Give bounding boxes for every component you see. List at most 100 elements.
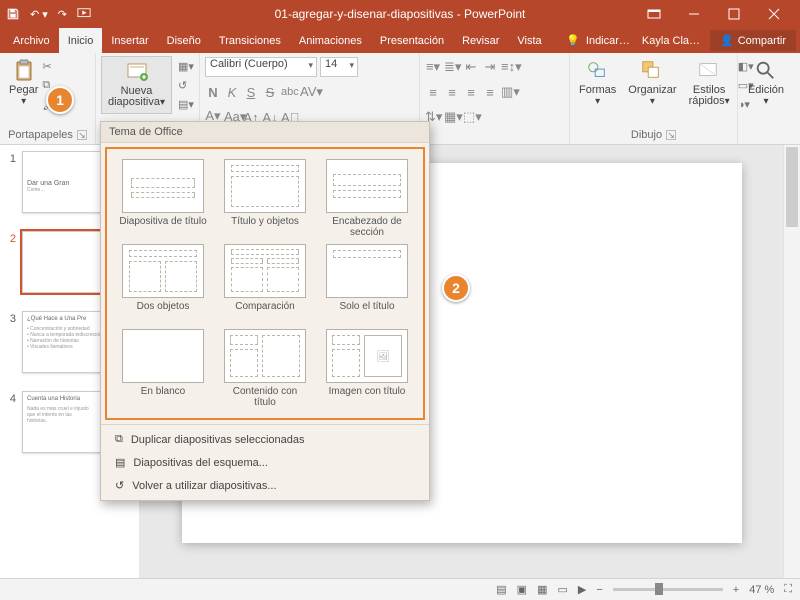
callout-1: 1 [46, 86, 74, 114]
redo-icon[interactable]: ↷ [58, 8, 67, 21]
tab-insertar[interactable]: Insertar [102, 28, 157, 53]
start-slideshow-icon[interactable] [77, 7, 91, 21]
new-slide-button[interactable]: Nueva diapositiva▾ [101, 56, 172, 114]
callout-2: 2 [442, 274, 470, 302]
underline-button[interactable]: S [243, 85, 259, 100]
scrollbar-thumb[interactable] [786, 147, 798, 227]
vertical-scrollbar[interactable] [783, 145, 800, 578]
share-label: Compartir [738, 35, 786, 47]
tab-diseno[interactable]: Diseño [158, 28, 210, 53]
bold-button[interactable]: N [205, 85, 221, 100]
shadow-button[interactable]: abc [281, 86, 297, 98]
layout-picture-caption[interactable]: 🖼 Imagen con título [323, 329, 411, 408]
menu-reuse-slides[interactable]: ↺Volver a utilizar diapositivas... [101, 474, 429, 497]
group-drawing: Dibujo [631, 129, 662, 141]
paste-button[interactable]: Pegar▾ [5, 56, 42, 114]
line-spacing-button[interactable]: ≡↕▾ [501, 59, 517, 75]
new-slide-gallery: Tema de Office Diapositiva de título Tít… [100, 121, 430, 501]
menu-duplicate-slides[interactable]: ⧉Duplicar diapositivas seleccionadas [101, 428, 429, 451]
layout-two-content[interactable]: Dos objetos [119, 244, 207, 323]
tab-transiciones[interactable]: Transiciones [210, 28, 290, 53]
find-icon [754, 59, 778, 83]
clipboard-icon [12, 59, 36, 83]
indent-dec-button[interactable]: ⇤ [463, 59, 479, 75]
share-button[interactable]: 👤 Compartir [710, 30, 796, 51]
fit-to-window-icon[interactable]: ⛶ [784, 583, 792, 596]
smartart-button[interactable]: ⬚▾ [463, 109, 479, 125]
numbering-button[interactable]: ≣▾ [444, 59, 460, 75]
shapes-icon [586, 59, 610, 83]
align-right-button[interactable]: ≡ [463, 85, 479, 100]
group-clipboard: Portapapeles [8, 129, 73, 141]
char-spacing-button[interactable]: AV▾ [300, 84, 316, 100]
tell-me-label[interactable]: Indicar… [586, 35, 640, 47]
tab-inicio[interactable]: Inicio [59, 28, 103, 53]
share-icon: 👤 [720, 34, 734, 47]
columns-button[interactable]: ▥▾ [501, 84, 517, 100]
cut-icon[interactable]: ✂ [42, 60, 58, 76]
indent-inc-button[interactable]: ⇥ [482, 59, 498, 75]
menu-outline-slides[interactable]: ▤Diapositivas del esquema... [101, 451, 429, 474]
view-reading-icon[interactable]: ▭ [557, 583, 567, 596]
tab-animaciones[interactable]: Animaciones [290, 28, 371, 53]
layout-title-only[interactable]: Solo el título [323, 244, 411, 323]
notes-button[interactable]: ▤ [496, 583, 506, 596]
justify-button[interactable]: ≡ [482, 85, 498, 100]
close-button[interactable] [754, 0, 794, 28]
arrange-label: Organizar [628, 84, 676, 96]
duplicate-icon: ⧉ [115, 433, 123, 446]
layout-title-slide[interactable]: Diapositiva de título [119, 159, 207, 238]
dialog-launcher-drawing-icon[interactable]: ↘ [666, 130, 676, 140]
layout-blank[interactable]: En blanco [119, 329, 207, 408]
view-slideshow-icon[interactable]: ▶ [578, 583, 586, 596]
status-bar: ▤ ▣ ▦ ▭ ▶ − + 47 % ⛶ [0, 578, 800, 600]
tell-me-icon[interactable]: 💡 [562, 34, 584, 47]
quick-styles-icon [697, 59, 721, 83]
dialog-launcher-icon[interactable]: ↘ [77, 130, 87, 140]
tab-vista[interactable]: Vista [508, 28, 550, 53]
save-icon[interactable] [6, 7, 20, 21]
zoom-level[interactable]: 47 % [749, 584, 774, 596]
bullets-button[interactable]: ≡▾ [425, 59, 441, 75]
quick-styles-label: Estilos rápidos [689, 84, 726, 107]
font-size-select[interactable]: 14 [320, 57, 358, 77]
ribbon-display-icon[interactable] [634, 0, 674, 28]
quick-styles-button[interactable]: Estilos rápidos▾ [685, 56, 734, 114]
layout-content-caption[interactable]: Contenido con título [221, 329, 309, 408]
align-left-button[interactable]: ≡ [425, 85, 441, 100]
align-text-button[interactable]: ▦▾ [444, 109, 460, 125]
gallery-header: Tema de Office [101, 122, 429, 143]
editing-button[interactable]: Edición▾ [743, 56, 789, 110]
layout-title-content[interactable]: Título y objetos [221, 159, 309, 238]
layout-icon[interactable]: ▦▾ [178, 60, 194, 76]
undo-icon[interactable]: ↶ ▾ [30, 8, 48, 21]
tab-archivo[interactable]: Archivo [4, 28, 59, 53]
reuse-icon: ↺ [115, 479, 124, 492]
ribbon-tabs: Archivo Inicio Insertar Diseño Transicio… [0, 28, 800, 53]
layout-section-header[interactable]: Encabezado de sección [323, 159, 411, 238]
reset-icon[interactable]: ↺ [178, 79, 194, 95]
zoom-out-button[interactable]: − [596, 584, 602, 596]
minimize-button[interactable] [674, 0, 714, 28]
font-name-select[interactable]: Calibri (Cuerpo) [205, 57, 317, 77]
italic-button[interactable]: K [224, 85, 240, 100]
align-center-button[interactable]: ≡ [444, 85, 460, 100]
account-name[interactable]: Kayla Cla… [642, 35, 708, 47]
zoom-in-button[interactable]: + [733, 584, 739, 596]
editing-label: Edición [748, 84, 784, 96]
zoom-slider[interactable] [613, 588, 723, 591]
section-icon[interactable]: ▤▾ [178, 98, 194, 114]
title-bar: ↶ ▾ ↷ 01-agregar-y-disenar-diapositivas … [0, 0, 800, 28]
tab-presentacion[interactable]: Presentación [371, 28, 453, 53]
tab-revisar[interactable]: Revisar [453, 28, 508, 53]
shapes-button[interactable]: Formas▾ [575, 56, 620, 114]
arrange-button[interactable]: Organizar▾ [624, 56, 680, 114]
paste-label: Pegar [9, 84, 38, 96]
layout-comparison[interactable]: Comparación [221, 244, 309, 323]
strike-button[interactable]: S [262, 85, 278, 100]
maximize-button[interactable] [714, 0, 754, 28]
view-normal-icon[interactable]: ▣ [517, 583, 527, 596]
view-sorter-icon[interactable]: ▦ [537, 583, 547, 596]
arrange-icon [640, 59, 664, 83]
new-slide-icon [125, 60, 149, 84]
